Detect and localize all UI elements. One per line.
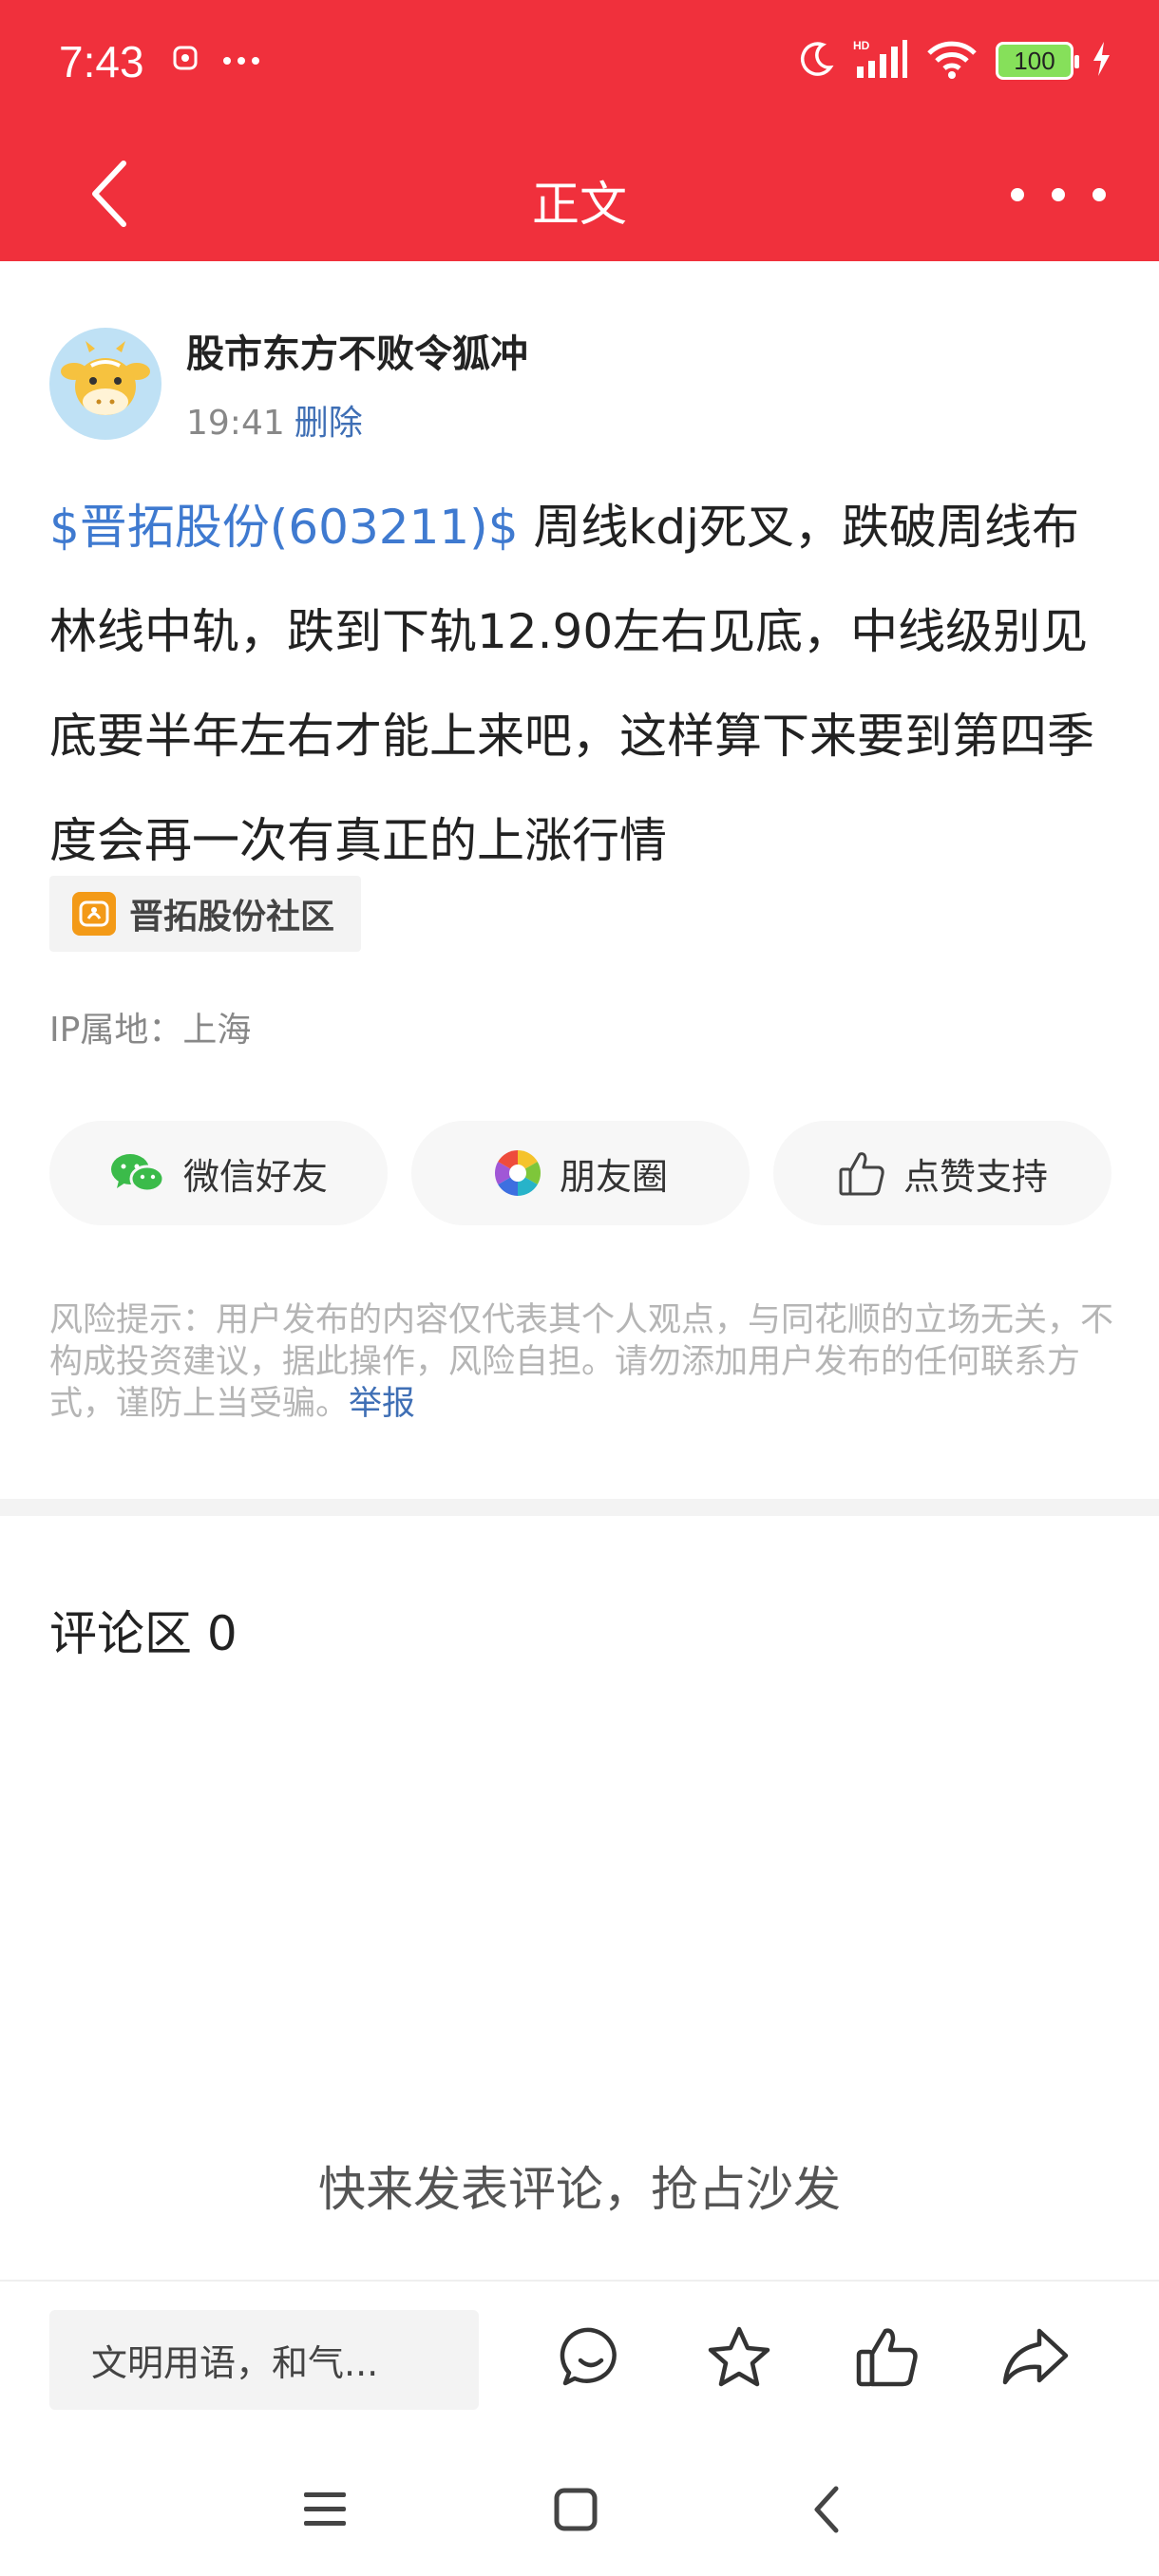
more-dot [1092, 188, 1106, 201]
more-dot [1011, 188, 1024, 201]
system-menu-button[interactable] [287, 2472, 363, 2548]
wechat-icon [110, 1154, 165, 1193]
status-left-icons [173, 46, 260, 74]
share-wechat-label: 微信好友 [182, 1155, 328, 1198]
comment-icon [560, 2327, 617, 2386]
comment-input[interactable]: 文明用语，和气... [49, 2310, 479, 2410]
share-button[interactable] [998, 2320, 1074, 2396]
delete-button[interactable]: 删除 [294, 404, 363, 443]
charging-icon [1091, 40, 1112, 82]
status-time: 7:43 [59, 37, 144, 86]
system-nav-bar [0, 2443, 1159, 2576]
thumbs-up-icon [856, 2328, 918, 2387]
thumbs-up-icon [839, 1152, 884, 1196]
home-icon [554, 2488, 598, 2531]
status-bar: 7:43 HD 100 [0, 0, 1159, 128]
more-button[interactable] [1011, 166, 1106, 223]
svg-text:HD: HD [853, 39, 870, 52]
more-dots-icon [222, 51, 260, 69]
post-body: $晋拓股份(603211)$ 周线kdj死叉，跌破周线布林线中轨，跌到下轨12.… [49, 475, 1113, 893]
comments-title: 评论区 0 [49, 1606, 238, 1661]
page-title: 正文 [532, 177, 627, 232]
like-support-label: 点赞支持 [902, 1155, 1048, 1198]
community-tag[interactable]: 晋拓股份社区 [49, 876, 362, 952]
wifi-icon [925, 38, 978, 84]
community-icon [72, 892, 116, 936]
share-row: 微信好友 朋友圈 点赞支持 [49, 1121, 1112, 1225]
comment-button[interactable] [553, 2320, 629, 2396]
ip-location: IP属地：上海 [49, 1011, 252, 1050]
report-link[interactable]: 举报 [349, 1385, 415, 1423]
author-meta: 19:41 删除 [186, 395, 528, 445]
share-wechat-button[interactable]: 微信好友 [49, 1121, 388, 1225]
like-support-button[interactable]: 点赞支持 [773, 1121, 1112, 1225]
system-home-button[interactable] [538, 2472, 614, 2548]
signal-icon: HD [853, 38, 908, 84]
nav-bar: 正文 [0, 128, 1159, 261]
post-text: 周线kdj死叉，跌破周线布林线中轨，跌到下轨12.90左右见底，中线级别见底要半… [49, 500, 1094, 868]
disclaimer-text: 风险提示：用户发布的内容仅代表其个人观点，与同花顺的立场无关，不构成投资建议，据… [49, 1301, 1114, 1423]
share-moments-label: 朋友圈 [559, 1155, 668, 1198]
section-divider [0, 1499, 1159, 1516]
moments-icon [494, 1150, 541, 1196]
author-name[interactable]: 股市东方不败令狐冲 [186, 323, 528, 378]
stock-link[interactable]: $晋拓股份(603211)$ [49, 500, 519, 555]
battery-icon: 100 [996, 42, 1079, 80]
share-moments-button[interactable]: 朋友圈 [411, 1121, 750, 1225]
system-back-button[interactable] [788, 2472, 864, 2548]
author-info: 股市东方不败令狐冲 19:41 删除 [186, 323, 528, 445]
battery-level: 100 [1014, 46, 1055, 75]
like-button[interactable] [849, 2320, 925, 2396]
favorite-button[interactable] [701, 2320, 777, 2396]
community-label: 晋拓股份社区 [129, 898, 335, 937]
post-time: 19:41 [186, 404, 285, 443]
bottom-action-bar: 文明用语，和气... [0, 2282, 1159, 2443]
empty-comments-hint: 快来发表评论，抢占沙发 [318, 2162, 841, 2217]
star-icon [708, 2326, 770, 2387]
avatar[interactable] [49, 328, 162, 440]
author-header: 股市东方不败令狐冲 19:41 删除 [49, 323, 528, 445]
status-right-icons: HD 100 [796, 38, 1112, 84]
menu-icon [304, 2492, 346, 2526]
screen-record-icon [173, 46, 198, 74]
share-icon [1002, 2328, 1069, 2385]
risk-disclaimer: 风险提示：用户发布的内容仅代表其个人观点，与同花顺的立场无关，不构成投资建议，据… [49, 1299, 1113, 1425]
more-dot [1052, 188, 1065, 201]
moon-icon [796, 39, 836, 83]
cow-avatar-icon [61, 341, 150, 415]
back-icon [814, 2486, 839, 2533]
